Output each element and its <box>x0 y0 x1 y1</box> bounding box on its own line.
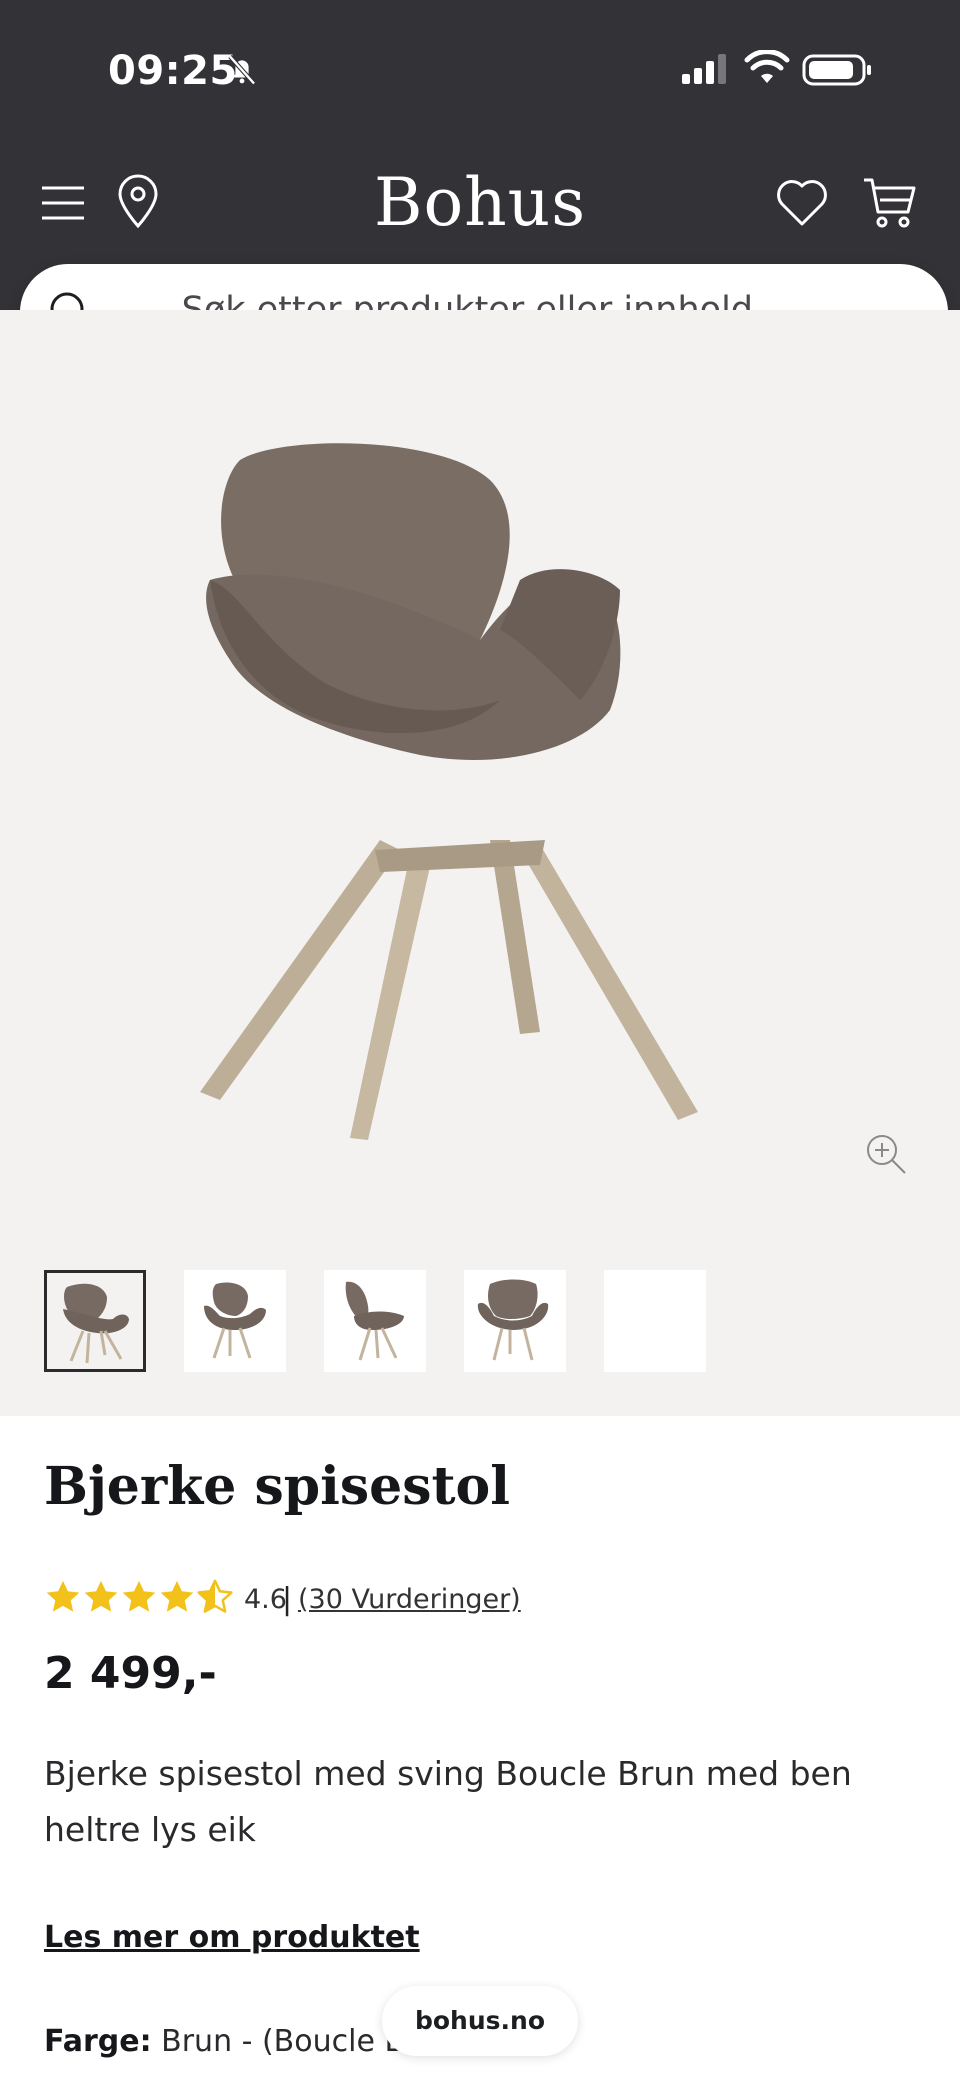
color-label: Farge: <box>44 2024 152 2059</box>
thumbnail-chair-image <box>63 1283 129 1364</box>
product-gallery <box>0 310 960 1416</box>
wishlist-heart-icon[interactable] <box>776 178 828 228</box>
browser-url-pill[interactable]: bohus.no <box>382 1986 578 2056</box>
thumbnail-5[interactable] <box>604 1270 706 1372</box>
thumbnail-4[interactable] <box>464 1270 566 1372</box>
product-description: Bjerke spisestol med sving Boucle Brun m… <box>44 1754 852 1849</box>
product-main-image[interactable] <box>200 440 740 1140</box>
thumbnail-chair-image <box>345 1281 404 1361</box>
status-bar: 09:25 <box>0 0 960 140</box>
reviews-link[interactable]: (30 Vurderinger) <box>298 1584 521 1615</box>
battery-icon <box>802 54 871 86</box>
shopping-cart-icon[interactable] <box>862 174 918 230</box>
rating-separator: | <box>282 1582 293 1617</box>
product-price: 2 499,- <box>44 1648 217 1699</box>
status-time: 09:25 <box>108 48 238 94</box>
thumbnail-3[interactable] <box>324 1270 426 1372</box>
zoom-in-icon[interactable] <box>864 1132 908 1176</box>
star-full-icon <box>160 1580 194 1612</box>
signal-icon <box>682 54 726 84</box>
star-full-icon <box>46 1580 80 1612</box>
read-more-link[interactable]: Les mer om produktet <box>44 1920 420 1955</box>
thumbnail-1[interactable] <box>44 1270 146 1372</box>
star-half-icon <box>197 1579 233 1613</box>
star-full-icon <box>84 1580 118 1612</box>
rating-value: 4.6 <box>244 1584 287 1615</box>
thumbnail-strip <box>44 1270 944 1372</box>
thumbnail-chair-image <box>204 1282 266 1359</box>
thumbnail-chair-image <box>477 1279 549 1361</box>
wifi-icon <box>744 50 790 83</box>
thumbnail-2[interactable] <box>184 1270 286 1372</box>
star-full-icon <box>122 1580 156 1612</box>
main-nav: Bohus <box>0 160 960 250</box>
product-title: Bjerke spisestol <box>44 1456 510 1517</box>
product-rating[interactable]: 4.6 | (30 Vurderinger) <box>44 1578 844 1622</box>
bell-off-icon <box>228 55 256 85</box>
